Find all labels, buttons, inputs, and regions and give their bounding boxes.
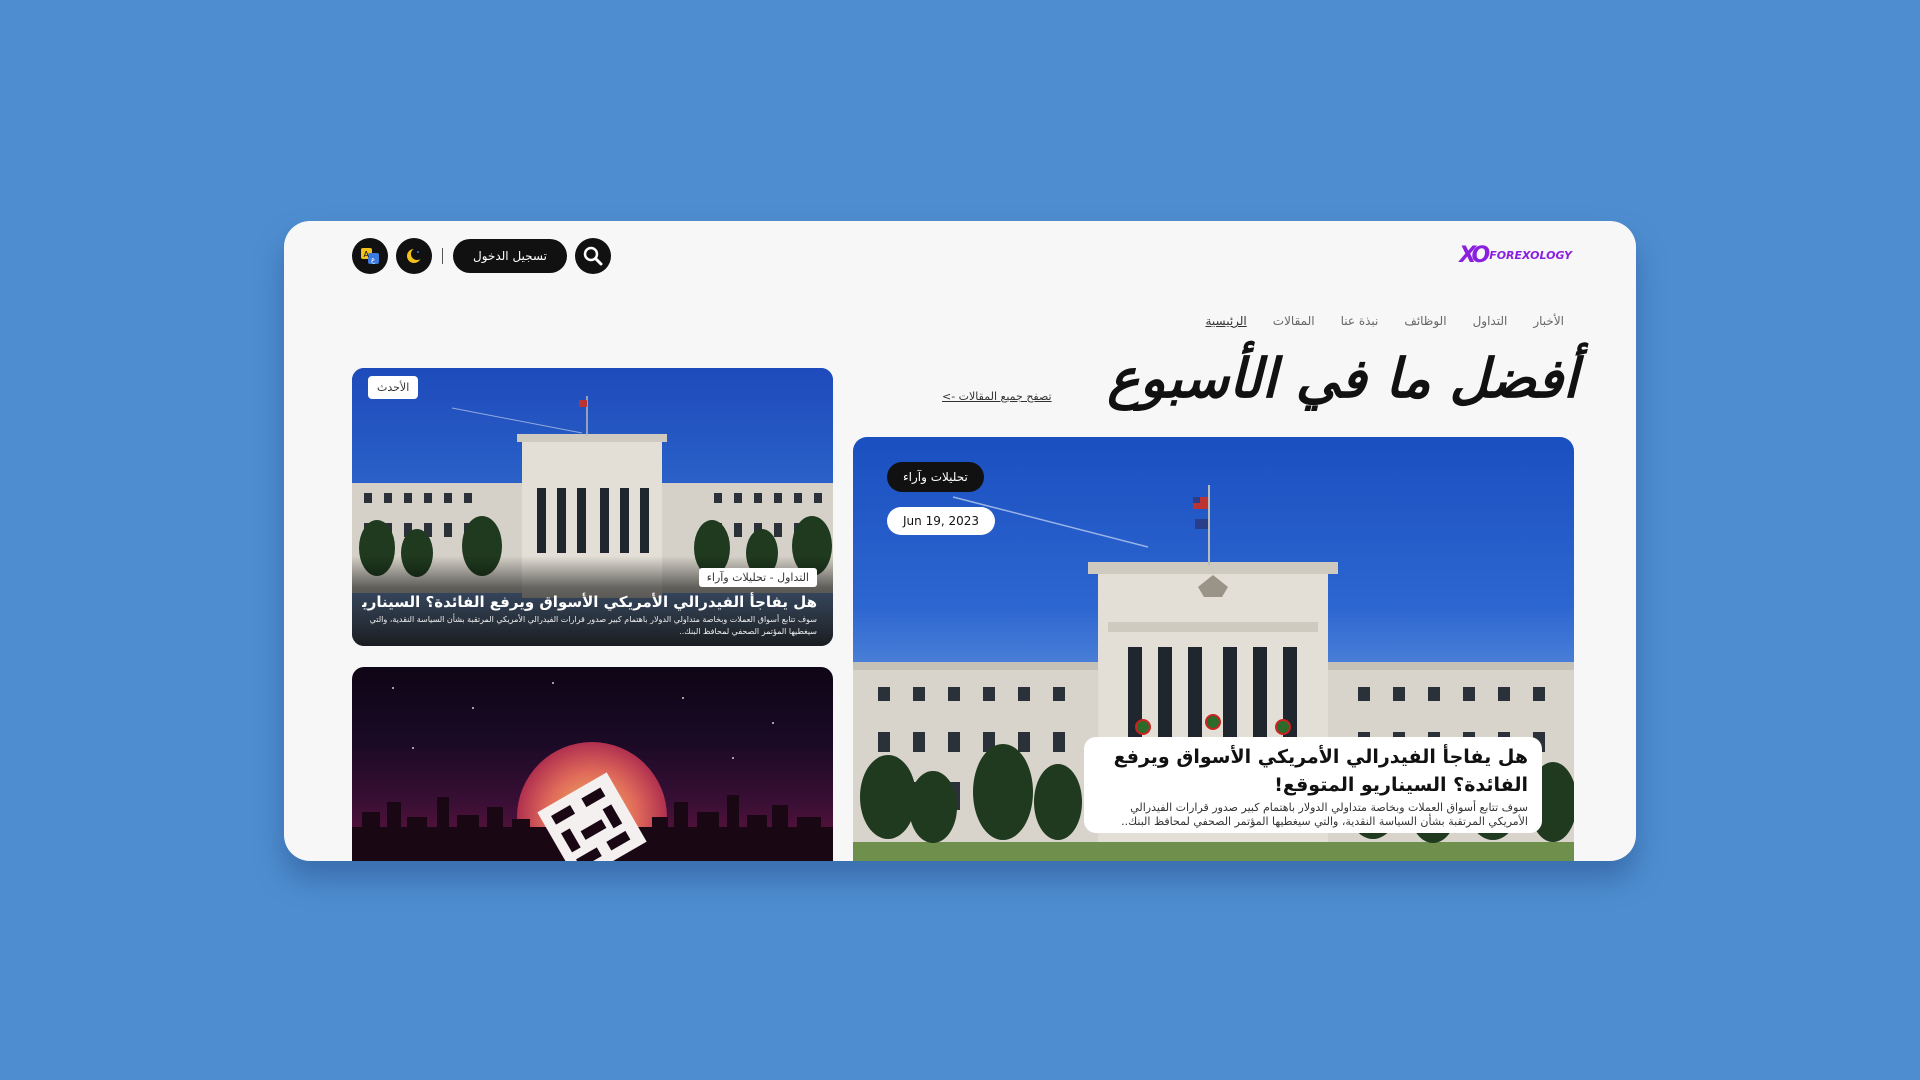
latest-article-card[interactable]: الأحدث التداول - تحليلات وآراء هل يفاجأ … bbox=[352, 368, 833, 646]
brand-logo[interactable]: XO FOREXOLOGY bbox=[1459, 243, 1572, 268]
nav-item-home[interactable]: الرئيسية bbox=[1205, 314, 1246, 328]
page-title: أفضل ما في الأسبوع bbox=[1107, 347, 1579, 410]
browse-all-articles-link[interactable]: تصفح جميع المقالات -> bbox=[942, 390, 1052, 403]
moon-icon bbox=[407, 248, 423, 263]
feature-date-badge: Jun 19, 2023 bbox=[887, 507, 996, 535]
feature-category-badge[interactable]: تحليلات وآراء bbox=[887, 462, 984, 492]
nav-item-articles[interactable]: المقالات bbox=[1273, 314, 1315, 328]
main-nav: الرئيسية المقالات نبذة عنا الوظائف التدا… bbox=[1205, 314, 1564, 328]
toolbar-divider bbox=[442, 248, 443, 264]
header-toolbar: A ع تسجيل الدخول bbox=[352, 238, 611, 274]
translate-icon: A ع bbox=[361, 248, 379, 264]
card-category-tag[interactable]: التداول - تحليلات وآراء bbox=[698, 568, 817, 587]
feature-excerpt: سوف تتابع أسواق العملات وبخاصة متداولي ا… bbox=[1121, 801, 1528, 828]
logo-mark: XO bbox=[1459, 243, 1490, 268]
cube-skyline-image bbox=[352, 742, 833, 861]
login-button[interactable]: تسجيل الدخول bbox=[453, 239, 567, 273]
nav-item-trading[interactable]: التداول bbox=[1473, 314, 1508, 328]
card-title[interactable]: هل يفاجأ الفيدرالي الأمريكي الأسواق ويرف… bbox=[362, 592, 817, 612]
nav-item-news[interactable]: الأخبار bbox=[1533, 314, 1564, 328]
card-excerpt: سوف تتابع أسواق العملات وبخاصة متداولي ا… bbox=[369, 615, 817, 636]
article-card-2[interactable] bbox=[352, 667, 833, 861]
search-icon bbox=[583, 246, 603, 266]
featured-article-card[interactable]: تحليلات وآراء Jun 19, 2023 هل يفاجأ الفي… bbox=[853, 437, 1574, 861]
theme-toggle-button[interactable] bbox=[396, 238, 432, 274]
latest-badge: الأحدث bbox=[368, 376, 419, 399]
browser-window: XO FOREXOLOGY A ع تسجيل الدخول الرئيسية … bbox=[284, 221, 1636, 861]
nav-item-careers[interactable]: الوظائف bbox=[1404, 314, 1446, 328]
search-button[interactable] bbox=[574, 238, 611, 274]
feature-title[interactable]: هل يفاجأ الفيدرالي الأمريكي الأسواق ويرف… bbox=[1098, 743, 1528, 799]
language-button[interactable]: A ع bbox=[352, 238, 388, 274]
svg-text:A: A bbox=[364, 250, 370, 259]
feature-caption: هل يفاجأ الفيدرالي الأمريكي الأسواق ويرف… bbox=[1084, 737, 1542, 833]
logo-text: FOREXOLOGY bbox=[1489, 249, 1572, 262]
nav-item-about[interactable]: نبذة عنا bbox=[1341, 314, 1379, 328]
